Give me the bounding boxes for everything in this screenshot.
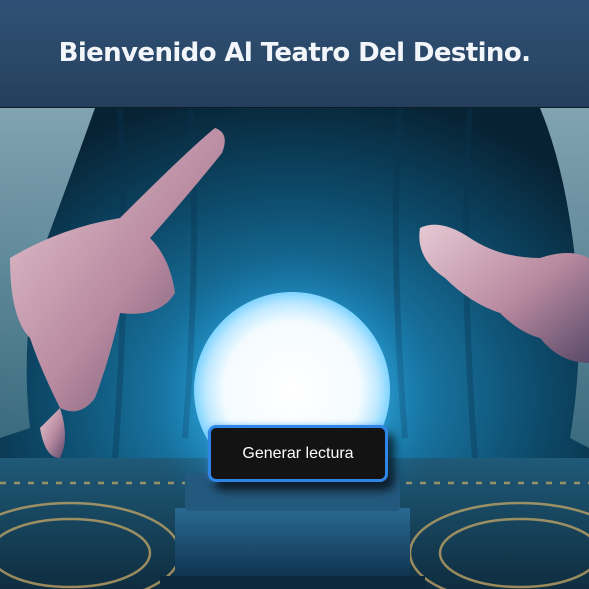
page-title: Bienvenido Al Teatro Del Destino. <box>58 37 531 68</box>
hero-image <box>0 108 589 589</box>
page-header: Bienvenido Al Teatro Del Destino. <box>0 0 589 108</box>
generate-reading-button[interactable]: Generar lectura <box>208 425 388 482</box>
page: Bienvenido Al Teatro Del Destino. Genera… <box>0 0 589 589</box>
